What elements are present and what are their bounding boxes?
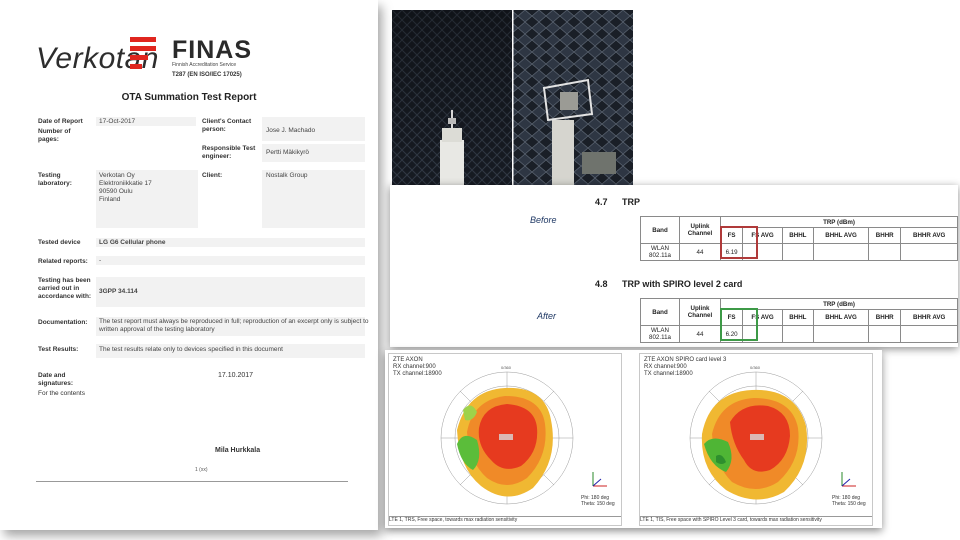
footer-divider (36, 481, 348, 482)
page-number: 1 (xx) (195, 467, 208, 473)
uplink-header: Uplink Channel (679, 216, 721, 244)
band-header: Band (640, 298, 680, 326)
client-label: Client: (202, 172, 223, 179)
empty-cell (900, 325, 958, 343)
documentation-label: Documentation: (38, 319, 88, 326)
signer-name: Mila Hurkkala (215, 447, 261, 454)
related-reports-box (96, 256, 365, 265)
plot-title-line: RX channel:900 (393, 364, 436, 370)
tested-device-value: LG G6 Cellular phone (99, 239, 166, 246)
radiation-plot-left: ZTE AXON RX channel:900 TX channel:18900… (388, 353, 622, 526)
finas-code: T287 (EN ISO/IEC 17025) (172, 72, 242, 78)
section-title: TRP with SPIRO level 2 card (622, 279, 743, 289)
plot-title-line: ZTE AXON (393, 357, 423, 363)
clients-contact-label: Client's Contact person: (202, 118, 252, 133)
before-label: Before (530, 215, 557, 225)
bhhr-header: BHHR (868, 227, 902, 244)
empty-cell (900, 243, 958, 261)
test-report-document: Verkotan FINAS Finnish Accreditation Ser… (0, 0, 378, 530)
after-label: After (537, 311, 557, 321)
band-header: Band (640, 216, 680, 244)
fs-highlight-after (720, 308, 758, 341)
bhhl-header: BHHL (781, 227, 814, 244)
date-signatures-label: Date and signatures: (38, 372, 74, 387)
section-title: TRP (622, 197, 640, 207)
trp-table-before: Band Uplink Channel TRP (dBm) FS FS AVG … (640, 216, 958, 261)
empty-cell (812, 243, 870, 261)
empty-cell (812, 325, 870, 343)
documentation-value: The test report must always be reproduce… (99, 318, 369, 333)
testing-lab-line: 90590 Oulu (99, 188, 133, 195)
polar-pattern-right: 0/360 (689, 365, 823, 505)
radiation-pattern-panel: ZTE AXON RX channel:900 TX channel:18900… (385, 350, 882, 528)
testing-lab-label: Testing laboratory: (38, 172, 72, 187)
date-of-report-value: 17-Oct-2017 (99, 118, 136, 125)
fs-highlight-before (720, 226, 758, 259)
svg-text:0/360: 0/360 (501, 365, 512, 370)
bhhr-header: BHHR (868, 309, 902, 326)
finas-subtitle: Finnish Accreditation Service (172, 62, 237, 68)
bhhl-avg-header: BHHL AVG (812, 309, 870, 326)
report-title: OTA Summation Test Report (121, 92, 257, 103)
test-results-value: The test results relate only to devices … (99, 346, 283, 353)
axis-triad-icon (592, 472, 607, 487)
theta-value: Theta: 150 deg (832, 501, 866, 507)
testing-lab-line: Elektroniikkatie 17 (99, 180, 152, 187)
radiation-plot-right: ZTE AXON SPIRO card level 3 RX channel:9… (639, 353, 873, 526)
testing-lab-line: Verkotan Oy (99, 172, 135, 179)
verkotan-logo-icon (130, 37, 156, 73)
plot-caption: LTE 1, TRS, Free space, towards max radi… (389, 516, 621, 525)
signature-date: 17.10.2017 (218, 372, 254, 379)
axis-triad-icon (841, 472, 856, 487)
section-number: 4.7 (595, 197, 608, 207)
plot-title-line: RX channel:900 (644, 364, 687, 370)
section-number: 4.8 (595, 279, 608, 289)
empty-cell (868, 243, 902, 261)
band-cell: WLAN 802.11a (640, 325, 680, 343)
trp-table-after: Band Uplink Channel TRP (dBm) FS FS AVG … (640, 298, 958, 343)
testing-lab-line: Finland (99, 196, 121, 203)
responsible-engineer-label: Responsible Test engineer: (202, 145, 256, 160)
clients-contact-value: Jose J. Machado (266, 127, 316, 134)
responsible-engineer-value: Pertti Mäkikyrö (266, 149, 309, 156)
related-reports-label: Related reports: (38, 258, 88, 265)
uplink-header: Uplink Channel (679, 298, 721, 326)
empty-cell (781, 243, 814, 261)
empty-cell (868, 325, 902, 343)
band-cell: WLAN 802.11a (640, 243, 680, 261)
related-reports-value: - (99, 257, 102, 264)
number-of-pages-label: Number of pages: (38, 128, 71, 143)
for-contents-text: For the contents (38, 390, 85, 397)
date-of-report-label: Date of Report (38, 118, 83, 125)
tested-device-label: Tested device (38, 239, 81, 246)
polar-pattern-left: 0/360 (440, 365, 574, 505)
channel-cell: 44 (679, 325, 721, 343)
empty-cell (781, 325, 814, 343)
bhhl-avg-header: BHHL AVG (812, 227, 870, 244)
accordance-value: 3GPP 34.114 (99, 288, 138, 295)
bhhr-avg-header: BHHR AVG (900, 227, 958, 244)
plot-title-line: TX channel:18900 (393, 371, 442, 377)
finas-logo-text: FINAS (172, 36, 252, 64)
plot-caption: LTE 1, TIS, Free space with SPIRO Level … (640, 516, 872, 525)
test-results-label: Test Results: (38, 346, 79, 353)
bhhr-avg-header: BHHR AVG (900, 309, 958, 326)
theta-value: Theta: 150 deg (581, 501, 615, 507)
svg-text:0/360: 0/360 (750, 365, 761, 370)
trp-comparison-panel: Before After 4.7 TRP Band Uplink Channel… (390, 185, 958, 347)
bhhl-header: BHHL (781, 309, 814, 326)
channel-cell: 44 (679, 243, 721, 261)
client-value: Nostalk Group (266, 172, 308, 179)
accordance-label: Testing has been carried out in accordan… (38, 277, 92, 300)
